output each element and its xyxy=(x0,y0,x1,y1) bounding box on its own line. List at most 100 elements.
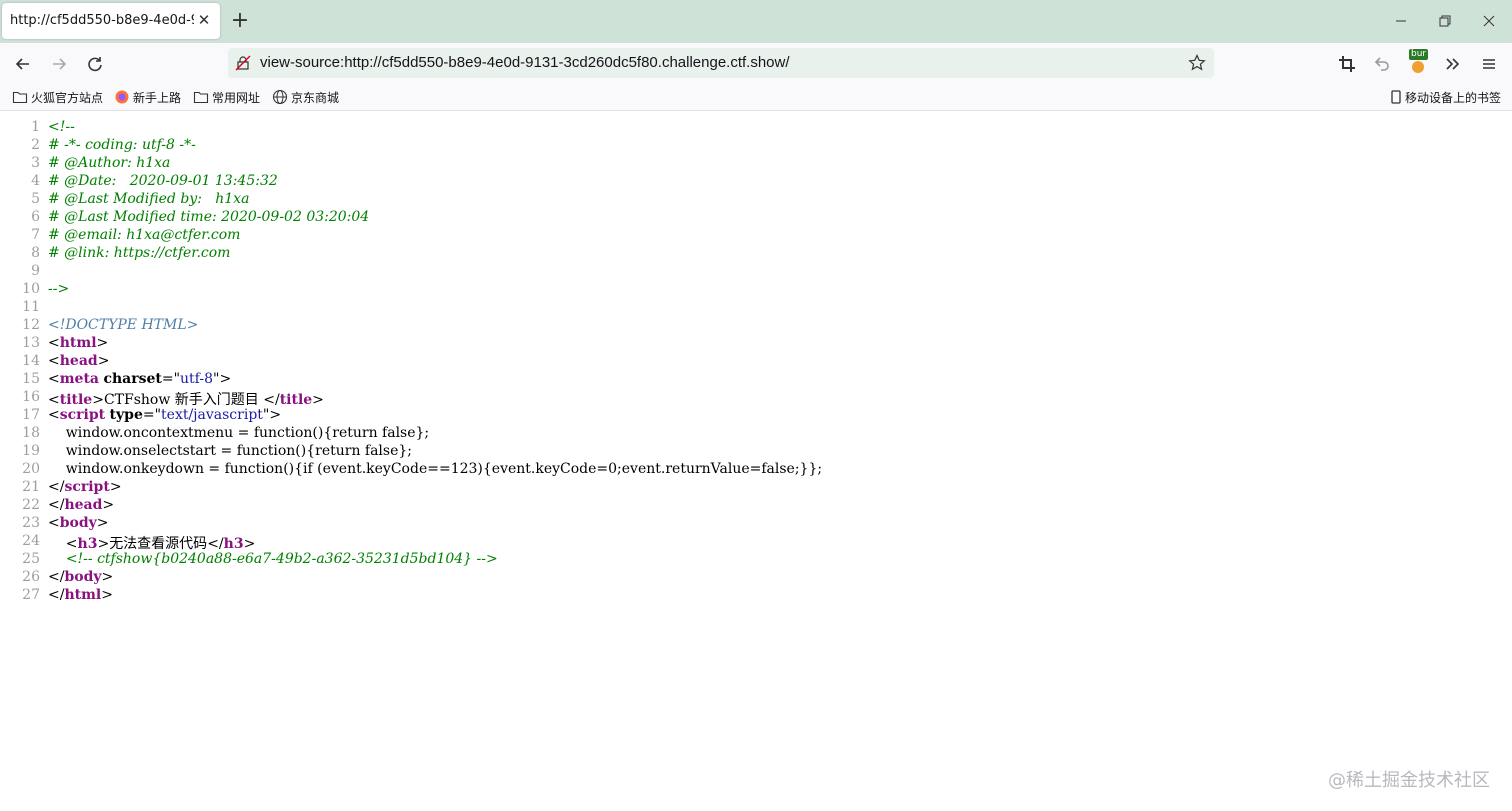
bookmark-label: 新手上路 xyxy=(133,90,182,105)
bookmark-item-firefox-official[interactable]: 火狐官方站点 xyxy=(12,88,103,106)
tab-active[interactable]: http://cf5dd550-b8e9-4e0d-9131-3cd260dc5… xyxy=(2,3,220,39)
script-text: window.onselectstart = function(){return… xyxy=(48,443,413,459)
bookmark-label: 移动设备上的书签 xyxy=(1405,90,1502,105)
tag-name: title xyxy=(279,392,313,408)
line-number: 9 xyxy=(31,263,40,279)
line-number: 6 xyxy=(31,209,40,225)
line-number: 12 xyxy=(22,317,40,333)
tag-name: head xyxy=(64,497,103,513)
line-number: 13 xyxy=(22,335,40,351)
overflow-menu-button[interactable] xyxy=(1441,52,1465,76)
watermark: @稀土掘金技术社区 xyxy=(1328,770,1490,791)
line-number: 7 xyxy=(31,227,40,243)
line-number: 2 xyxy=(31,137,40,153)
back-button[interactable] xyxy=(11,52,35,76)
bookmark-star-icon[interactable] xyxy=(1188,54,1206,72)
flag-comment: <!-- ctfshow{b0240a88-e6a7-49b2-a362-352… xyxy=(65,551,498,567)
line-number: 14 xyxy=(22,353,40,369)
line-number: 1 xyxy=(31,119,40,135)
comment-text: # -*- coding: utf-8 -*- xyxy=(48,137,196,153)
crop-icon xyxy=(1339,56,1355,72)
comment-text: # @Author: h1xa xyxy=(48,155,171,171)
url-text[interactable]: view-source:http://cf5dd550-b8e9-4e0d-91… xyxy=(260,54,790,71)
line-number: 24 xyxy=(22,533,40,549)
bookmark-item-common-sites[interactable]: 常用网址 xyxy=(193,88,260,106)
restore-button[interactable] xyxy=(1432,8,1458,34)
bookmark-item-jd[interactable]: 京东商城 xyxy=(272,88,339,106)
folder-icon xyxy=(12,91,28,104)
line-number: 10 xyxy=(22,281,40,297)
line-number: 22 xyxy=(22,497,40,513)
line-number: 4 xyxy=(31,173,40,189)
tag-name: script xyxy=(64,479,110,495)
comment-text: # @link: https://ctfer.com xyxy=(48,245,231,261)
address-bar[interactable]: view-source:http://cf5dd550-b8e9-4e0d-91… xyxy=(228,48,1214,78)
line-number: 26 xyxy=(22,569,40,585)
line-number: 3 xyxy=(31,155,40,171)
new-tab-button[interactable]: + xyxy=(229,9,251,33)
comment-text: <!-- xyxy=(48,119,75,135)
attribute-name: type xyxy=(109,407,143,423)
forward-button[interactable] xyxy=(47,52,71,76)
attribute-value: utf-8 xyxy=(180,371,213,387)
reload-icon xyxy=(88,57,102,72)
undo-arrow-icon xyxy=(1374,57,1389,71)
line-number: 19 xyxy=(22,443,40,459)
comment-text: # @Last Modified time: 2020-09-02 03:20:… xyxy=(48,209,370,225)
tag-name: head xyxy=(59,353,98,369)
tag-name: html xyxy=(64,587,102,603)
line-number: 25 xyxy=(22,551,40,567)
app-menu-button[interactable] xyxy=(1477,52,1501,76)
minimize-button[interactable] xyxy=(1388,8,1414,34)
heading-text: 无法查看源代码 xyxy=(109,536,208,552)
extension-badge: bur xyxy=(1409,49,1429,60)
tag-name: body xyxy=(59,515,97,531)
bookmark-label: 常用网址 xyxy=(212,90,261,105)
bookmark-label: 火狐官方站点 xyxy=(31,90,104,105)
mobile-device-icon xyxy=(1391,90,1401,104)
insecure-lock-icon[interactable] xyxy=(235,55,251,71)
comment-text: # @Date: 2020-09-01 13:45:32 xyxy=(48,173,278,189)
tag-name: meta xyxy=(59,371,99,387)
tag-name: script xyxy=(59,407,106,423)
undo-button[interactable] xyxy=(1370,52,1394,76)
burp-extension-button[interactable]: bur xyxy=(1406,49,1430,76)
restore-icon xyxy=(1439,15,1451,27)
back-arrow-icon xyxy=(15,58,29,70)
comment-text: # @Last Modified by: h1xa xyxy=(48,191,250,207)
tab-title: http://cf5dd550-b8e9-4e0d-9131-3cd260dc5… xyxy=(10,13,194,28)
line-number: 8 xyxy=(31,245,40,261)
script-text: window.oncontextmenu = function(){return… xyxy=(48,425,430,441)
bookmarks-toolbar: 火狐官方站点 新手上路 常用网址 京东商城 移动设备上的书签 xyxy=(0,84,1512,111)
line-number: 20 xyxy=(22,461,40,477)
forward-arrow-icon xyxy=(53,58,67,70)
tag-name: html xyxy=(59,335,97,351)
close-window-button[interactable] xyxy=(1476,8,1502,34)
hamburger-menu-icon xyxy=(1483,59,1495,69)
bookmark-item-getting-started[interactable]: 新手上路 xyxy=(114,88,181,106)
screenshot-button[interactable] xyxy=(1335,52,1359,76)
tag-name: h3 xyxy=(77,536,98,552)
close-icon xyxy=(1483,15,1495,27)
tab-close-icon[interactable]: ✕ xyxy=(196,12,212,28)
folder-icon xyxy=(193,91,209,104)
minimize-icon xyxy=(1396,20,1406,22)
tag-name: title xyxy=(59,392,93,408)
line-number: 5 xyxy=(31,191,40,207)
mobile-bookmarks[interactable]: 移动设备上的书签 xyxy=(1390,88,1501,106)
view-source-content: 1 <!-- 2 # -*- coding: utf-8 -*- 3 # @Autho… xyxy=(0,111,1512,811)
comment-text: --> xyxy=(48,281,70,297)
line-number: 23 xyxy=(22,515,40,531)
doctype-text: <!DOCTYPE HTML> xyxy=(48,317,199,333)
line-number: 21 xyxy=(22,479,40,495)
double-chevron-icon xyxy=(1446,58,1460,70)
line-number: 17 xyxy=(22,407,40,423)
script-text: window.onkeydown = function(){if (event.… xyxy=(48,461,823,477)
globe-icon xyxy=(272,89,288,105)
line-number: 15 xyxy=(22,371,40,387)
tag-name: h3 xyxy=(223,536,244,552)
reload-button[interactable] xyxy=(83,52,107,76)
line-number: 27 xyxy=(22,587,40,603)
line-number: 18 xyxy=(22,425,40,441)
tab-strip: http://cf5dd550-b8e9-4e0d-9131-3cd260dc5… xyxy=(0,0,1512,43)
